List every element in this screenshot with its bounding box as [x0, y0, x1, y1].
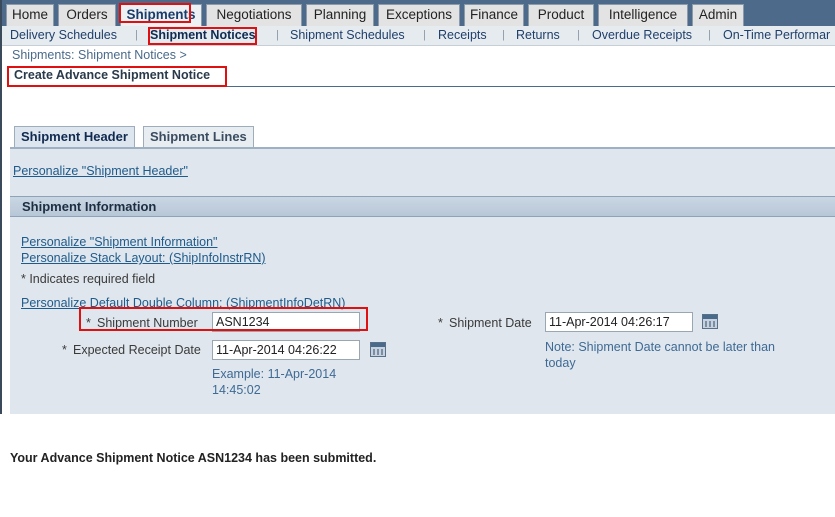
shipment-header-panel: Personalize "Shipment Header" Shipment I…: [10, 147, 835, 414]
subnav-separator: |: [708, 29, 711, 41]
subnav-shipment-schedules[interactable]: Shipment Schedules: [290, 27, 405, 44]
subnav-shipment-notices[interactable]: Shipment Notices: [150, 27, 256, 44]
personalize-info-link[interactable]: Personalize "Shipment Information": [21, 235, 217, 249]
tab-shipment-header[interactable]: Shipment Header: [14, 126, 135, 148]
subnav-separator: |: [577, 29, 580, 41]
subnav-separator: |: [276, 29, 279, 41]
subnav-delivery-schedules[interactable]: Delivery Schedules: [10, 27, 117, 44]
required-field-note: * Indicates required field: [21, 272, 156, 286]
shipment-date-input[interactable]: 11-Apr-2014 04:26:17: [545, 312, 693, 332]
tab-intelligence[interactable]: Intelligence: [598, 4, 688, 26]
submission-confirmation: Your Advance Shipment Notice ASN1234 has…: [10, 451, 377, 465]
shipment-date-note-cont: today: [545, 356, 576, 370]
tab-planning[interactable]: Planning: [306, 4, 374, 26]
title-divider: [10, 86, 835, 87]
section-header-shipment-information: Shipment Information: [10, 196, 835, 217]
calendar-icon[interactable]: [702, 314, 718, 329]
expected-receipt-label: Expected Receipt Date: [73, 343, 201, 357]
shipment-number-required-mark: *: [86, 316, 91, 330]
page-title: Create Advance Shipment Notice: [14, 68, 211, 82]
subnav-on-time-performance[interactable]: On-Time Performar: [723, 27, 830, 44]
expected-receipt-required-mark: *: [62, 343, 67, 357]
shipment-date-required-mark: *: [438, 316, 443, 330]
tab-admin[interactable]: Admin: [692, 4, 744, 26]
shipment-number-label: Shipment Number: [97, 316, 198, 330]
expected-receipt-example: Example: 11-Apr-2014: [212, 367, 337, 381]
calendar-icon[interactable]: [370, 342, 386, 357]
expected-receipt-date-input[interactable]: 11-Apr-2014 04:26:22: [212, 340, 360, 360]
breadcrumb[interactable]: Shipments: Shipment Notices >: [12, 48, 187, 62]
personalize-stack-link[interactable]: Personalize Stack Layout: (ShipInfoInstr…: [21, 251, 266, 265]
shipment-date-note: Note: Shipment Date cannot be later than: [545, 340, 776, 354]
tab-exceptions[interactable]: Exceptions: [378, 4, 460, 26]
tab-negotiations[interactable]: Negotiations: [206, 4, 302, 26]
tab-home[interactable]: Home: [6, 4, 54, 26]
tab-orders[interactable]: Orders: [58, 4, 116, 26]
tab-finance[interactable]: Finance: [464, 4, 524, 26]
personalize-double-column-link[interactable]: Personalize Default Double Column: (Ship…: [21, 296, 345, 310]
expected-receipt-example-time: 14:45:02: [212, 383, 261, 397]
subnav-separator: |: [423, 29, 426, 41]
subnav-receipts[interactable]: Receipts: [438, 27, 487, 44]
subnav-separator: |: [502, 29, 505, 41]
personalize-header-link[interactable]: Personalize "Shipment Header": [13, 164, 188, 178]
oracle-screen: Home Orders Shipments Negotiations Plann…: [0, 0, 835, 414]
subnav-returns[interactable]: Returns: [516, 27, 560, 44]
sub-navigation: Delivery Schedules | Shipment Notices | …: [2, 26, 835, 46]
shipment-number-input[interactable]: ASN1234: [212, 312, 360, 332]
tab-shipments[interactable]: Shipments: [120, 4, 202, 26]
tab-product[interactable]: Product: [528, 4, 594, 26]
subnav-separator: |: [135, 29, 138, 41]
top-tab-bar: Home Orders Shipments Negotiations Plann…: [2, 0, 835, 26]
tab-shipment-lines[interactable]: Shipment Lines: [143, 126, 254, 148]
section-title: Shipment Information: [22, 199, 157, 214]
shipment-date-label: Shipment Date: [449, 316, 532, 330]
subnav-overdue-receipts[interactable]: Overdue Receipts: [592, 27, 692, 44]
